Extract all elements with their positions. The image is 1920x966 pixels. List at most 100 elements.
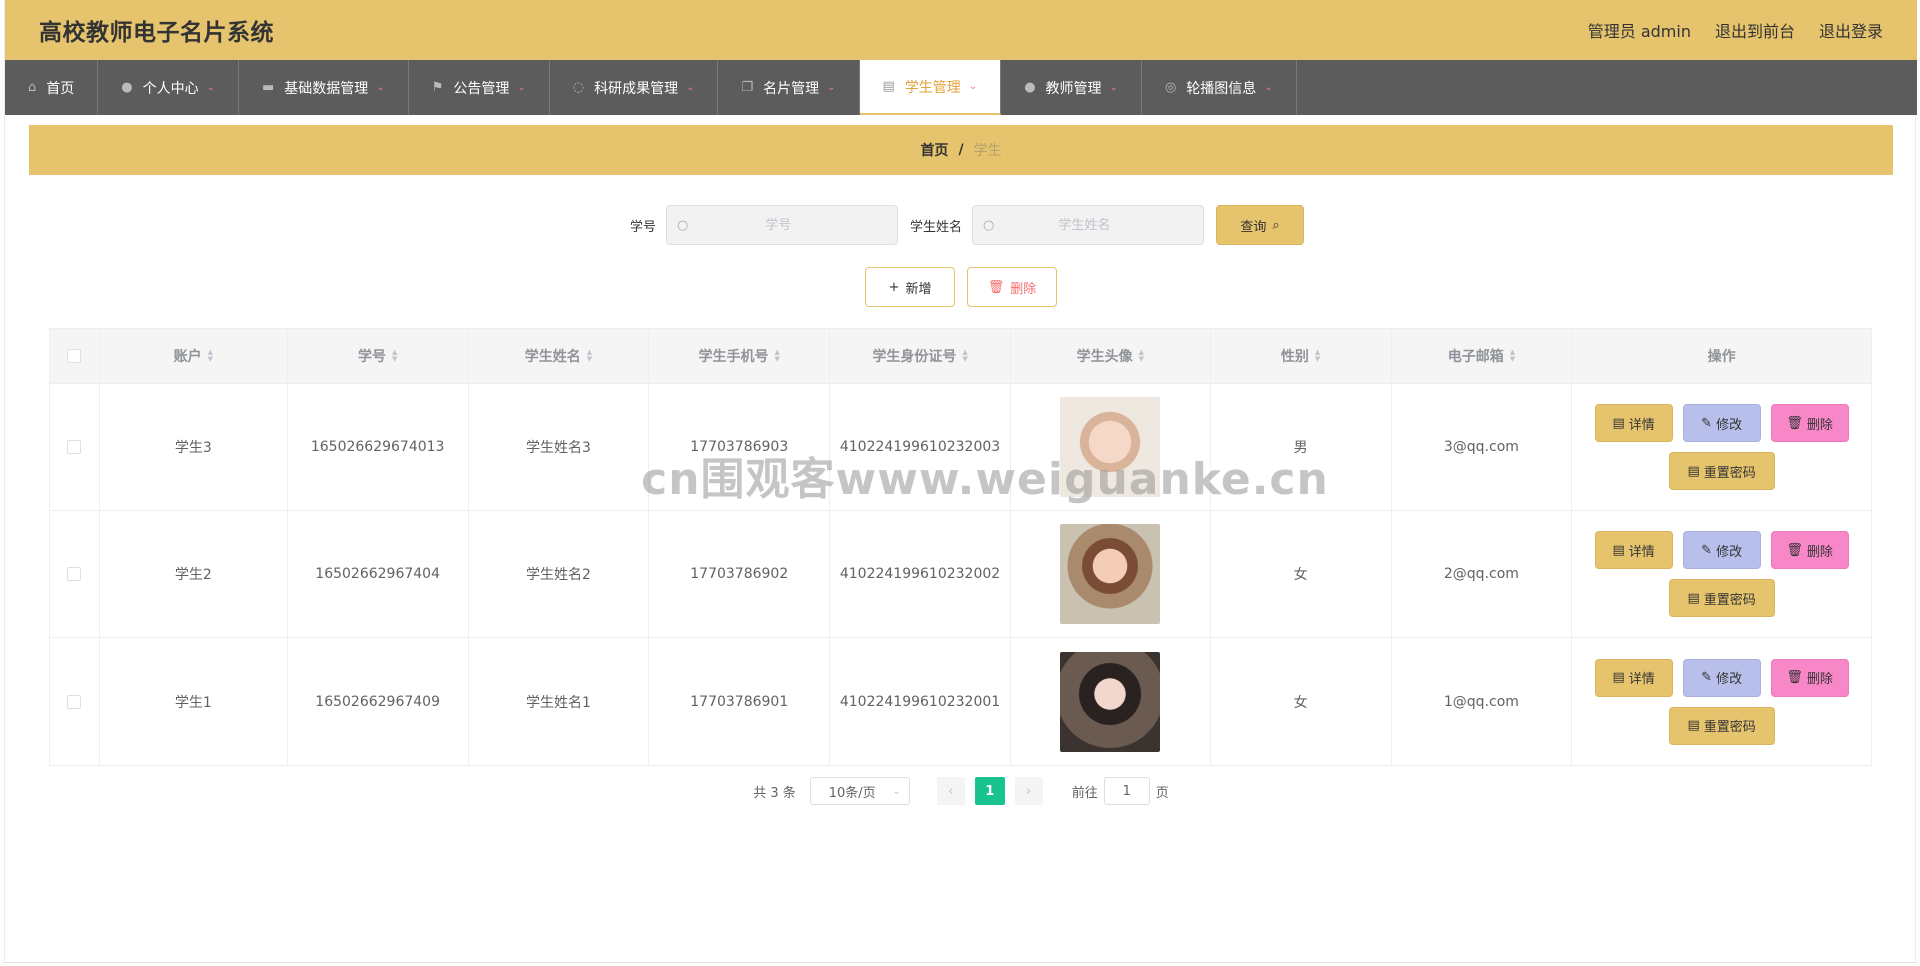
student-name-label: 学生姓名 [910, 219, 963, 235]
power-icon: ◌ [572, 80, 585, 95]
logout-link[interactable]: 退出登录 [1819, 18, 1883, 42]
column-header-email[interactable]: 电子邮箱 ▲ ▼ [1392, 329, 1573, 383]
batch-delete-button[interactable]: 🗑 删除 [967, 267, 1057, 307]
cell-account: 学生1 [100, 638, 288, 765]
trash-icon: 🗑 [987, 279, 1005, 295]
column-header-label: 学号 [357, 349, 386, 365]
edit-button[interactable]: ✎ 修改 [1682, 404, 1761, 442]
reset-password-button[interactable]: ▤ 重置密码 [1668, 579, 1775, 617]
document-icon: ▤ [1612, 415, 1625, 431]
student-no-input[interactable] [688, 217, 869, 233]
page-number-button[interactable]: 1 [974, 777, 1005, 805]
sort-icon: ▲ ▼ [962, 348, 968, 363]
nav-item-carousel[interactable]: ◎ 轮播图信息 ⌄ [1142, 60, 1297, 115]
column-header-label: 性别 [1280, 349, 1309, 365]
sort-icon: ▲ ▼ [1314, 348, 1321, 363]
delete-button[interactable]: 🗑 删除 [1770, 658, 1849, 697]
sort-icon: ▲ ▼ [391, 348, 398, 363]
document-icon: ▤ [1687, 718, 1700, 733]
cell-gender: 女 [1211, 511, 1392, 637]
next-page-button[interactable]: › [1014, 777, 1043, 805]
chevron-right-icon: › [1026, 783, 1032, 799]
cell-phone: 17703786901 [649, 638, 831, 765]
column-header-student-no[interactable]: 学号 ▲ ▼ [288, 329, 469, 383]
main-nav: ⌂ 首页 ● 个人中心 ⌄ ▬ 基础数据管理 ⌄ ⚑ 公告管理 ⌄ ◌ 科研成果… [5, 60, 1917, 115]
action-bar: + 新增 🗑 删除 [29, 267, 1893, 307]
exit-to-front-link[interactable]: 退出到前台 [1715, 18, 1795, 42]
column-header-phone[interactable]: 学生手机号 ▲ ▼ [649, 329, 831, 383]
row-checkbox[interactable] [67, 567, 82, 581]
delete-button[interactable]: 🗑 删除 [1770, 531, 1849, 569]
column-header-label: 学生身份证号 [872, 349, 957, 365]
nav-item-label: 科研成果管理 [594, 80, 679, 97]
goto-page-input[interactable] [1103, 777, 1150, 805]
nav-item-home[interactable]: ⌂ 首页 [5, 60, 99, 115]
search-icon: ⌕ [1272, 217, 1280, 233]
sort-icon: ▲ ▼ [774, 348, 780, 363]
detail-button[interactable]: ▤ 详情 [1594, 658, 1673, 697]
detail-button[interactable]: ▤ 详情 [1594, 531, 1673, 569]
column-header-label: 账户 [173, 349, 202, 365]
reset-password-label: 重置密码 [1703, 720, 1756, 735]
edit-button-label: 修改 [1716, 417, 1743, 433]
cell-account: 学生2 [100, 511, 288, 637]
student-avatar[interactable] [1060, 651, 1161, 752]
copy-icon: ❐ [741, 80, 754, 95]
column-header-gender[interactable]: 性别 ▲ ▼ [1211, 329, 1392, 383]
edit-button[interactable]: ✎ 修改 [1682, 531, 1761, 569]
reset-password-label: 重置密码 [1703, 592, 1756, 608]
table-row: 学生1 16502662967409 学生姓名1 17703786901 410… [50, 638, 1871, 765]
plus-icon: + [888, 279, 900, 295]
breadcrumb: 首页 / 学生 [29, 125, 1893, 175]
add-button[interactable]: + 新增 [865, 267, 955, 307]
chevron-down-icon: ⌄ [686, 82, 695, 93]
select-all-checkbox[interactable] [67, 349, 82, 363]
cell-gender: 女 [1211, 638, 1392, 765]
reset-password-button[interactable]: ▤ 重置密码 [1668, 452, 1775, 490]
chevron-down-icon: ⌄ [376, 82, 385, 93]
nav-item-students[interactable]: ▤ 学生管理 ⌄ [859, 60, 1002, 115]
nav-item-teachers[interactable]: ● 教师管理 ⌄ [1001, 60, 1142, 115]
detail-button[interactable]: ▤ 详情 [1594, 404, 1673, 442]
sort-icon: ▲ ▼ [207, 348, 214, 363]
chat-icon: ▬ [262, 80, 275, 95]
table-header-row: 账户 ▲ ▼ 学号 ▲ ▼ 学生姓名 ▲ ▼ 学生手机号 ▲ ▼ 学生身份证号 ▲ ▼ 学生头像 ▲ ▼… [50, 329, 1871, 384]
page-size-select[interactable]: 10条/页 ⌄ [809, 777, 910, 805]
edit-button[interactable]: ✎ 修改 [1682, 658, 1761, 697]
nav-item-cards[interactable]: ❐ 名片管理 ⌄ [718, 60, 860, 115]
column-header-name[interactable]: 学生姓名 ▲ ▼ [469, 329, 650, 383]
sort-icon: ▲ ▼ [586, 348, 593, 363]
cell-operations: ▤ 详情 ✎ 修改 🗑 删除 ▤ 重置密码 [1572, 638, 1871, 765]
column-header-account[interactable]: 账户 ▲ ▼ [100, 329, 288, 383]
nav-item-personal-center[interactable]: ● 个人中心 ⌄ [98, 60, 239, 115]
column-header-label: 电子邮箱 [1447, 349, 1504, 365]
delete-button-label: 删除 [1806, 417, 1833, 433]
document-icon: ▤ [1612, 542, 1625, 558]
breadcrumb-home[interactable]: 首页 [920, 140, 948, 160]
student-name-input[interactable] [994, 217, 1175, 233]
detail-button-label: 详情 [1628, 672, 1655, 687]
app-frame: 高校教师电子名片系统 管理员 admin 退出到前台 退出登录 ⌂ 首页 ● 个… [4, 0, 1917, 963]
page-size-value: 10条/页 [828, 785, 876, 801]
delete-button[interactable]: 🗑 删除 [1770, 404, 1849, 442]
row-checkbox[interactable] [67, 440, 82, 454]
query-button[interactable]: 查询 ⌕ [1216, 205, 1305, 245]
student-avatar[interactable] [1060, 524, 1161, 624]
detail-button-label: 详情 [1628, 544, 1655, 560]
column-header-avatar[interactable]: 学生头像 ▲ ▼ [1011, 329, 1211, 383]
reset-password-button[interactable]: ▤ 重置密码 [1668, 706, 1775, 745]
nav-item-research[interactable]: ◌ 科研成果管理 ⌄ [550, 60, 719, 115]
chevron-down-icon: ⌄ [1264, 82, 1273, 93]
nav-item-basic-data[interactable]: ▬ 基础数据管理 ⌄ [239, 60, 409, 115]
edit-button-label: 修改 [1716, 544, 1743, 560]
column-header-idcard[interactable]: 学生身份证号 ▲ ▼ [830, 329, 1011, 383]
trash-icon: 🗑 [1786, 542, 1803, 558]
cell-student-no: 16502662967404 [288, 511, 469, 637]
nav-item-announcements[interactable]: ⚑ 公告管理 ⌄ [409, 60, 550, 115]
nav-item-label: 轮播图信息 [1186, 80, 1257, 97]
student-avatar[interactable] [1060, 397, 1161, 497]
nav-item-label: 首页 [46, 80, 75, 97]
header-links: 管理员 admin 退出到前台 退出登录 [1588, 18, 1883, 42]
prev-page-button[interactable]: ‹ [936, 777, 965, 805]
row-checkbox[interactable] [67, 694, 82, 709]
